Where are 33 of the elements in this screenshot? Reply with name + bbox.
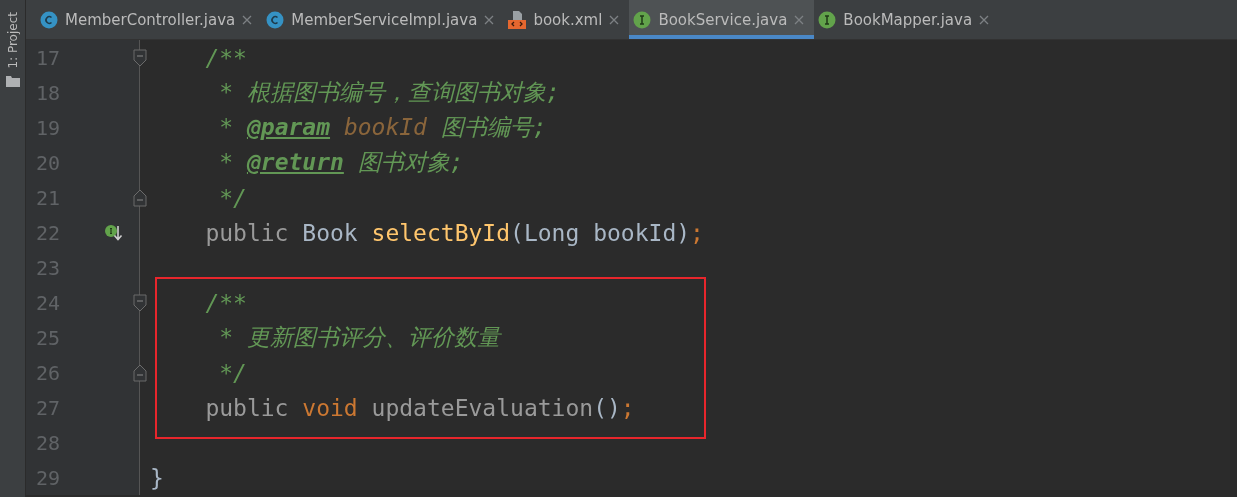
code-line: /** bbox=[204, 44, 247, 71]
code-line: * @param bookId 图书编号; bbox=[218, 113, 547, 142]
folder-icon[interactable] bbox=[5, 74, 20, 87]
close-icon[interactable] bbox=[979, 14, 990, 25]
close-icon[interactable] bbox=[794, 14, 805, 25]
close-icon[interactable] bbox=[484, 14, 495, 25]
interface-icon bbox=[633, 10, 652, 29]
editor-tab[interactable]: BookMapper.java bbox=[814, 0, 1000, 39]
code-line: public Book selectById(Long bookId); bbox=[204, 219, 704, 246]
code-line: /** bbox=[204, 289, 247, 316]
editor-tab[interactable]: MemberController.java bbox=[36, 0, 263, 39]
fold-icon[interactable] bbox=[133, 188, 147, 207]
code-line: * @return 图书对象; bbox=[218, 148, 464, 177]
fold-icon[interactable] bbox=[133, 293, 147, 312]
implemented-icon[interactable] bbox=[104, 222, 124, 243]
interface-icon bbox=[818, 10, 837, 29]
code-line: } bbox=[150, 464, 164, 491]
code-line: * 根据图书编号，查询图书对象; bbox=[218, 78, 560, 107]
project-tool-tab[interactable]: 1: Project bbox=[5, 12, 20, 69]
code-line: * 更新图书评分、评价数量 bbox=[218, 323, 500, 352]
code-line: */ bbox=[218, 184, 247, 211]
xml-file-icon bbox=[508, 10, 527, 29]
editor-tab[interactable]: MemberServiceImpl.java bbox=[262, 0, 505, 39]
fold-icon[interactable] bbox=[133, 363, 147, 382]
code-line: public void updateEvaluation(); bbox=[204, 394, 635, 421]
editor-tab[interactable]: book.xml bbox=[504, 0, 630, 39]
editor-tab[interactable]: BookService.java bbox=[629, 0, 815, 39]
close-icon[interactable] bbox=[242, 14, 253, 25]
code-line: */ bbox=[218, 359, 247, 386]
close-icon[interactable] bbox=[609, 14, 620, 25]
fold-icon[interactable] bbox=[133, 48, 147, 67]
class-icon bbox=[266, 10, 285, 29]
class-icon bbox=[40, 10, 58, 29]
